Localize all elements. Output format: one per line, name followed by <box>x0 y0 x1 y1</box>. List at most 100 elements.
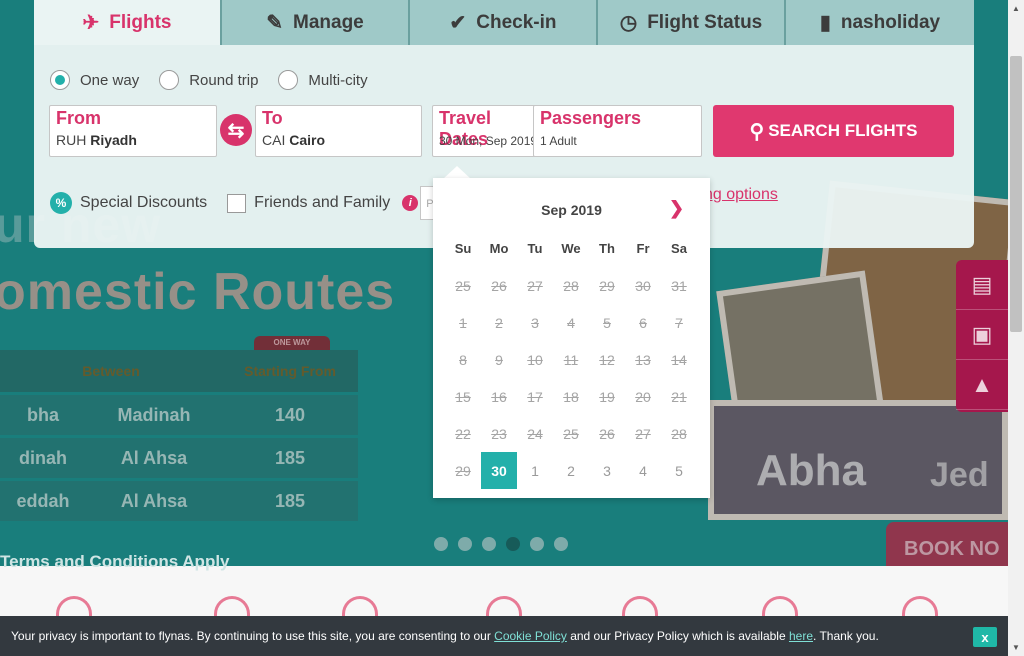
weekday-label: Tu <box>527 241 543 256</box>
calendar-day-next-month[interactable]: 1 <box>517 452 553 489</box>
calendar-day-disabled: 22 <box>455 425 471 442</box>
calendar-day-disabled: 31 <box>671 277 687 294</box>
radio-label: Round trip <box>189 71 259 89</box>
passengers-label: Passengers <box>540 108 642 128</box>
calendar-day-disabled: 9 <box>495 351 503 368</box>
calendar-day-disabled: 5 <box>603 314 611 331</box>
calendar-day-disabled: 26 <box>491 277 507 294</box>
calendar-day-disabled: 20 <box>635 388 651 405</box>
passengers-field[interactable]: Passengers 1 Adult <box>533 105 702 157</box>
trip-type-group: One way Round trip Multi-city <box>50 70 368 90</box>
terms-link[interactable]: Terms and Conditions Apply <box>0 552 300 572</box>
calendar-day-disabled: 25 <box>455 277 471 294</box>
radio-button[interactable] <box>278 70 299 90</box>
calendar-day-disabled: 17 <box>527 388 543 405</box>
close-button[interactable]: x <box>973 627 997 647</box>
tab-flight-status[interactable]: ◷ Flight Status <box>598 0 786 45</box>
weekday-label: Fr <box>636 241 650 256</box>
weekday-label: Sa <box>671 241 687 256</box>
calendar-day-disabled: 1 <box>459 314 467 331</box>
calendar-grid: Su Mo Tu We Th Fr Sa 25 26 27 28 29 30 3… <box>445 230 697 489</box>
tab-nasholiday[interactable]: ▮ nasholiday <box>786 0 974 45</box>
calendar-day-disabled: 27 <box>635 425 651 442</box>
scroll-up-arrow-icon[interactable]: ▲ <box>1012 4 1020 13</box>
calendar-day-next-month[interactable]: 3 <box>589 452 625 489</box>
clock-icon: ◷ <box>619 12 638 34</box>
tab-manage[interactable]: ✎ Manage <box>222 0 410 45</box>
travel-dates-value: 30 Mon, Sep 2019 <box>439 134 537 148</box>
tab-flights[interactable]: ✈ Flights <box>34 0 222 45</box>
calendar-day-disabled: 10 <box>527 351 543 368</box>
calendar-day-disabled: 18 <box>563 388 579 405</box>
calendar-day-disabled: 13 <box>635 351 651 368</box>
friends-family-checkbox[interactable] <box>227 193 247 213</box>
calendar-day-selected[interactable]: 30 <box>481 452 517 489</box>
cookie-policy-link[interactable]: Cookie Policy <box>494 629 567 643</box>
more-options-link[interactable]: ng options <box>704 186 778 204</box>
radio-button[interactable] <box>50 70 70 90</box>
radio-one-way[interactable]: One way <box>50 70 139 90</box>
calendar-day-disabled: 8 <box>459 351 467 368</box>
search-icon: ⚲ <box>749 120 765 143</box>
calendar-day-disabled: 28 <box>671 425 687 442</box>
search-flights-button[interactable]: ⚲ SEARCH FLIGHTS <box>713 105 954 157</box>
privacy-policy-link[interactable]: here <box>789 629 813 643</box>
booking-tabs: ✈ Flights ✎ Manage ✔ Check-in ◷ Flight S… <box>34 0 974 45</box>
calendar-day-next-month[interactable]: 4 <box>625 452 661 489</box>
calendar-day-disabled: 4 <box>567 314 575 331</box>
from-value: RUH Riyadh <box>56 132 137 148</box>
cookie-text: and our Privacy Policy which is availabl… <box>566 629 789 643</box>
calendar-day-disabled: 25 <box>563 425 579 442</box>
calendar-day-disabled: 29 <box>599 277 615 294</box>
calendar-week: 29 30 1 2 3 4 5 <box>445 452 697 489</box>
calendar-day-disabled: 3 <box>531 314 539 331</box>
travel-dates-field[interactable]: Travel Dates 30 Mon, Sep 2019 <box>432 105 537 157</box>
cookie-text: . Thank you. <box>813 629 879 643</box>
scroll-down-arrow-icon[interactable]: ▼ <box>1012 643 1020 652</box>
passengers-value: 1 Adult <box>540 134 577 148</box>
tab-label: nasholiday <box>840 11 941 33</box>
chevron-right-icon[interactable]: ❯ <box>669 198 684 219</box>
discount-badge-icon: % <box>50 192 72 214</box>
hotel-bed-icon[interactable]: ▤ <box>956 260 1008 310</box>
search-flights-label: SEARCH FLIGHTS <box>768 121 918 140</box>
calendar-day-disabled: 2 <box>495 314 503 331</box>
weekday-header: Su Mo Tu We Th Fr Sa <box>445 230 697 267</box>
calendar-week: 8 9 10 11 12 13 14 <box>445 341 697 378</box>
tab-check-in[interactable]: ✔ Check-in <box>410 0 598 45</box>
radio-button[interactable] <box>159 70 180 90</box>
swap-icon[interactable]: ⇆ <box>220 114 252 146</box>
radio-round-trip[interactable]: Round trip <box>159 70 258 90</box>
calendar-day-next-month[interactable]: 2 <box>553 452 589 489</box>
to-value: CAI Cairo <box>262 132 326 148</box>
special-discounts-label[interactable]: Special Discounts <box>80 194 207 212</box>
scrollbar-thumb[interactable] <box>1010 56 1022 332</box>
edit-icon: ✎ <box>266 12 283 34</box>
calendar-day-disabled: 11 <box>563 351 579 368</box>
car-icon[interactable]: ▣ <box>956 310 1008 360</box>
weekday-label: Su <box>454 241 472 256</box>
calendar-day-disabled: 30 <box>635 277 651 294</box>
weekday-label: Mo <box>489 241 509 256</box>
tab-label: Manage <box>293 11 364 33</box>
date-picker: Sep 2019 ❯ Su Mo Tu We Th Fr Sa 25 26 27… <box>433 178 710 498</box>
tab-label: Flights <box>109 11 172 33</box>
cookie-consent-bar: Your privacy is important to flynas. By … <box>0 616 1008 656</box>
calendar-day-disabled: 7 <box>675 314 683 331</box>
taxi-icon[interactable]: ▲ <box>956 360 1008 410</box>
calendar-week: 22 23 24 25 26 27 28 <box>445 415 697 452</box>
from-field[interactable]: From RUH Riyadh <box>49 105 217 157</box>
to-field[interactable]: To CAI Cairo <box>255 105 422 157</box>
radio-multi-city[interactable]: Multi-city <box>278 70 368 90</box>
info-icon[interactable]: i <box>402 195 419 211</box>
weekday-label: Th <box>599 241 615 256</box>
page-scrollbar[interactable]: ▲ ▼ <box>1008 0 1024 656</box>
calendar-day-next-month[interactable]: 5 <box>661 452 697 489</box>
calendar-day-disabled: 15 <box>455 388 471 405</box>
calendar-day-disabled: 23 <box>491 425 507 442</box>
calendar-day-disabled: 27 <box>527 277 543 294</box>
tab-label: Check-in <box>476 11 557 33</box>
calendar-week: 25 26 27 28 29 30 31 <box>445 267 697 304</box>
calendar-day-disabled: 12 <box>599 351 615 368</box>
luggage-icon: ▮ <box>819 12 831 34</box>
